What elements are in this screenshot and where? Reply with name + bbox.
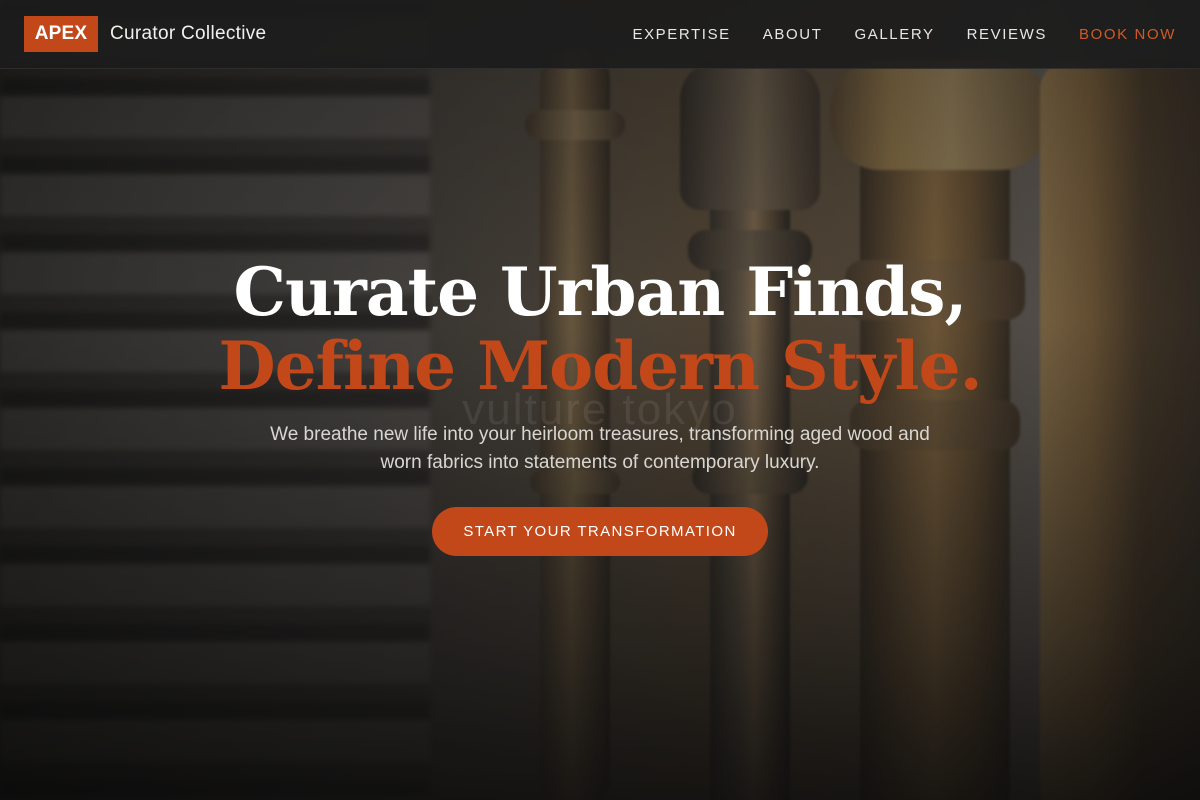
start-transformation-button[interactable]: START YOUR TRANSFORMATION [432,507,768,556]
brand-name[interactable]: Curator Collective [110,23,266,45]
main-nav: EXPERTISE ABOUT GALLERY REVIEWS BOOK NOW [632,26,1176,43]
site-header: APEX Curator Collective EXPERTISE ABOUT … [0,0,1200,69]
nav-link-expertise[interactable]: EXPERTISE [632,26,730,43]
hero-headline-line1: Curate Urban Finds, [233,253,968,331]
nav-link-gallery[interactable]: GALLERY [854,26,934,43]
hero-content: vulture tokyo Curate Urban Finds, Define… [0,255,1200,556]
hero-subtitle: We breathe new life into your heirloom t… [270,424,930,473]
logo[interactable]: APEX [24,16,98,52]
nav-link-book-now[interactable]: BOOK NOW [1079,26,1176,43]
hero-headline-line2: Define Modern Style. [218,327,982,405]
nav-link-about[interactable]: ABOUT [763,26,823,43]
nav-link-reviews[interactable]: REVIEWS [967,26,1047,43]
brand[interactable]: APEX Curator Collective [24,16,266,52]
